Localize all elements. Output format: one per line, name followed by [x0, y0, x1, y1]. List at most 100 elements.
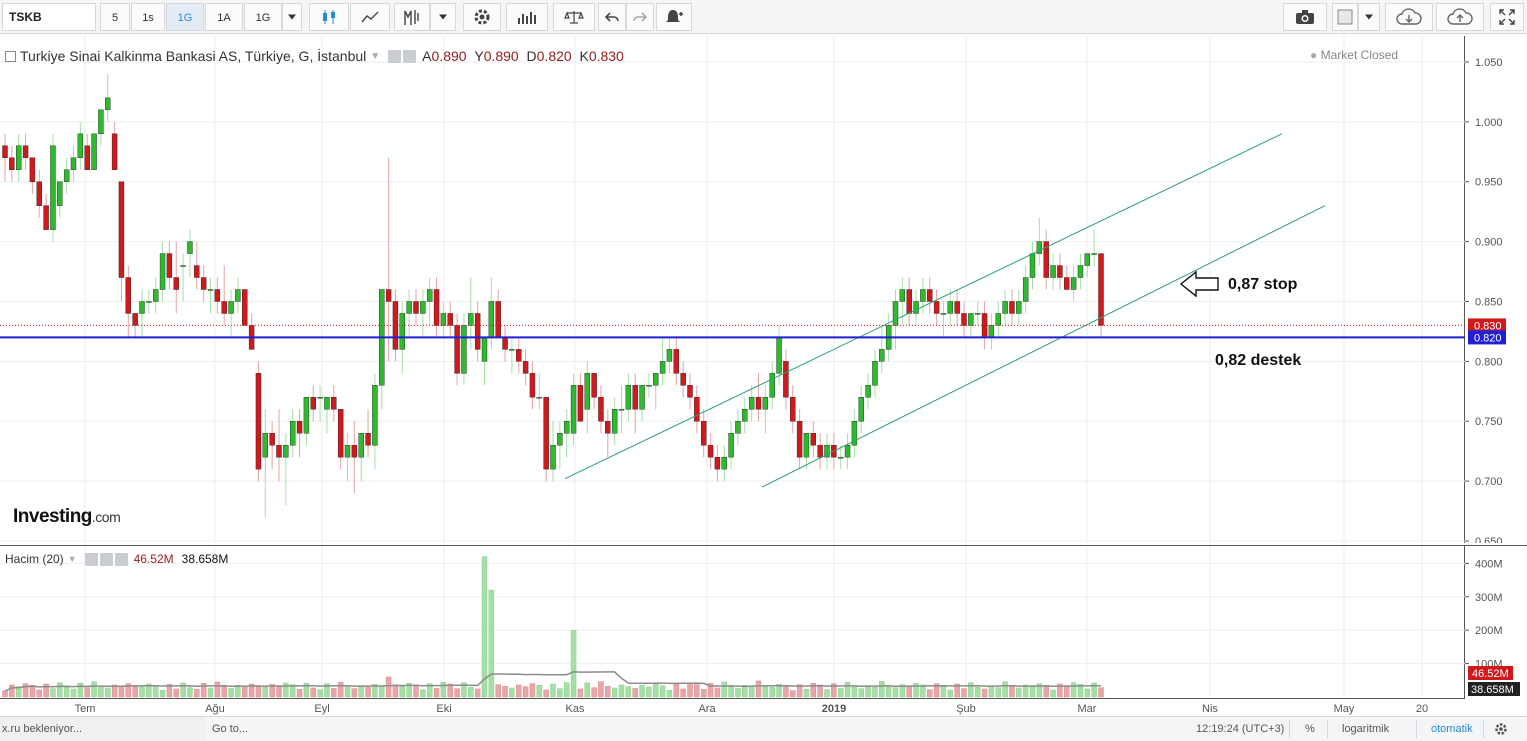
volume-bar [255, 685, 262, 698]
volume-bar [1084, 688, 1091, 698]
price-axis[interactable]: 0.650 0.700 0.750 0.800 0.850 0.900 0.950 1.000… [1465, 36, 1527, 548]
settings-icon[interactable] [403, 49, 417, 63]
candle-body [666, 349, 673, 362]
log-scale-toggle[interactable]: logaritmik [1342, 717, 1389, 741]
time-axis[interactable]: Tem Ağu Eyl Eki Kas Ara 2019 Şub Mar Nis May 20 [0, 698, 1465, 716]
compare-icon[interactable] [553, 3, 595, 31]
settings-icon[interactable] [463, 3, 501, 31]
volume-bar [783, 685, 789, 698]
candle-body [262, 433, 268, 458]
line-chart-icon[interactable] [350, 3, 390, 31]
interval-1a-button[interactable]: 1A [205, 3, 243, 31]
candle-body [365, 433, 371, 446]
candle-body [488, 301, 495, 338]
settings-icon[interactable] [1494, 717, 1508, 741]
candle-body [961, 313, 967, 326]
candle-body [139, 301, 145, 314]
interval-1g-button[interactable]: 1G [166, 3, 204, 31]
time-axis-labels: Tem Ağu Eyl Eki Kas Ara 2019 Şub Mar Nis May 20 [75, 703, 1429, 715]
candle-body [495, 301, 501, 338]
candle-body [995, 313, 1001, 326]
fullscreen-icon[interactable] [1490, 3, 1524, 31]
chevron-down-icon[interactable] [430, 3, 456, 31]
indicators-icon[interactable] [394, 3, 430, 31]
candle-body [673, 349, 679, 374]
candle-body [1077, 265, 1084, 278]
time-tick-label: Kas [566, 703, 585, 715]
volume-bar [242, 686, 248, 698]
volume-panel[interactable]: Hacim (20) ▼ 46.52M 38.658M [0, 545, 1465, 699]
volume-bar [543, 689, 549, 698]
volume-bar [1002, 681, 1008, 698]
chevron-down-icon[interactable] [282, 3, 302, 31]
volume-bar [337, 682, 344, 698]
chart-legend: Turkiye Sinai Kalkinma Bankasi AS, Türki… [5, 46, 624, 66]
time-tick-label: Ağu [205, 703, 225, 715]
volume-bar [995, 687, 1001, 698]
chevron-down-icon[interactable]: ▼ [68, 554, 77, 564]
interval-1g2-button[interactable]: 1G [244, 3, 282, 31]
candle-body [1070, 277, 1077, 290]
candle-body [892, 301, 899, 326]
volume-axis[interactable]: 100M 200M 300M 400M 46.52M 38.658M [1465, 545, 1527, 698]
bar-chart-icon[interactable] [506, 3, 548, 31]
candle-body [447, 313, 453, 326]
volume-bar [194, 689, 200, 698]
volume-bar [454, 688, 460, 698]
candle-body [632, 385, 638, 410]
candle-body [947, 301, 953, 314]
chevron-down-icon[interactable] [1358, 3, 1380, 31]
alert-icon[interactable] [656, 3, 692, 31]
volume-bar [742, 685, 748, 698]
candle-body [968, 313, 974, 326]
clock-readout: 12:19:24 (UTC+3) [1196, 723, 1285, 735]
symbol-input[interactable]: TSKB [2, 3, 96, 31]
volume-bar [694, 684, 700, 698]
candle-body [920, 289, 926, 302]
candle-body [420, 301, 426, 314]
candle-body [187, 241, 193, 254]
volume-bar [563, 682, 570, 698]
candle-body [570, 385, 577, 434]
candle-body [235, 289, 241, 302]
candle-body [605, 421, 611, 434]
candle-body [22, 145, 29, 158]
volume-bar [687, 682, 693, 698]
time-tick-label: Eyl [314, 703, 329, 715]
chevron-down-icon[interactable]: ▼ [370, 51, 380, 62]
price-panel[interactable]: Turkiye Sinai Kalkinma Bankasi AS, Türki… [0, 36, 1465, 543]
camera-icon[interactable] [1283, 3, 1327, 31]
candle-body [57, 181, 63, 206]
interval-5-button[interactable]: 5 [100, 3, 130, 31]
visibility-icon[interactable] [388, 49, 402, 63]
candle-body [707, 444, 714, 458]
undo-icon[interactable] [598, 3, 626, 31]
volume-bar [118, 686, 125, 698]
candle-body [680, 373, 686, 386]
color-swatch-icon[interactable] [1332, 3, 1358, 31]
candles-icon[interactable] [309, 3, 349, 31]
candle-body [810, 433, 816, 446]
collapse-icon[interactable] [5, 50, 16, 62]
goto-button[interactable]: Go to... [212, 717, 248, 741]
candle-body [913, 301, 919, 314]
settings-icon[interactable] [99, 552, 113, 566]
close-icon[interactable] [114, 552, 128, 566]
candle-body [194, 265, 200, 278]
auto-scale-toggle[interactable]: otomatik [1431, 717, 1473, 741]
volume-bar [228, 688, 234, 698]
redo-icon[interactable] [626, 3, 654, 31]
cloud-download-icon[interactable] [1385, 3, 1433, 31]
percent-toggle[interactable]: % [1305, 717, 1315, 741]
visibility-icon[interactable] [84, 552, 98, 566]
ohlc-values: A0.890 Y0.890 D0.820 K0.830 [422, 48, 624, 64]
candle-body [543, 397, 549, 470]
cloud-upload-icon[interactable] [1436, 3, 1484, 31]
volume-bar [1098, 687, 1104, 698]
interval-1s-button[interactable]: 1s [131, 3, 165, 31]
volume-bar [379, 685, 385, 698]
candle-body [701, 421, 707, 446]
volume-plot[interactable] [0, 546, 1465, 699]
candle-body [36, 181, 42, 206]
price-tick-label: 1.000 [1475, 117, 1503, 129]
